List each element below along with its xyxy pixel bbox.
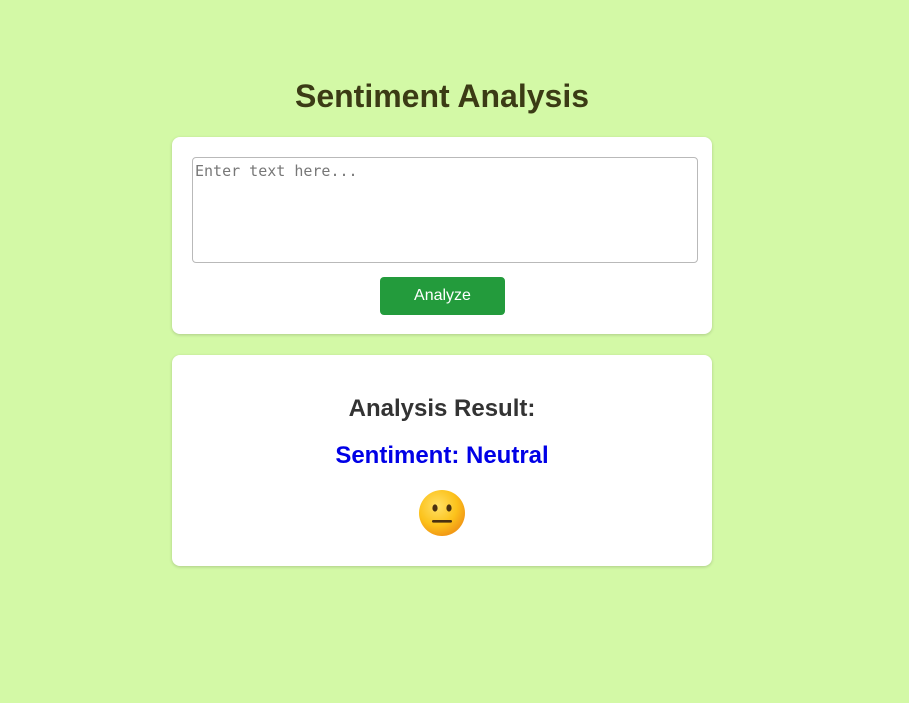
analyze-button[interactable]: Analyze [380,277,505,315]
text-input[interactable] [192,157,698,263]
neutral-face-icon [419,490,465,536]
sentiment-label: Sentiment: Neutral [335,442,549,469]
result-card: Analysis Result: Sentiment: Neutral [172,355,712,566]
page-title: Sentiment Analysis [294,78,589,114]
input-card: Analyze [172,137,712,334]
result-heading: Analysis Result: [348,395,536,422]
